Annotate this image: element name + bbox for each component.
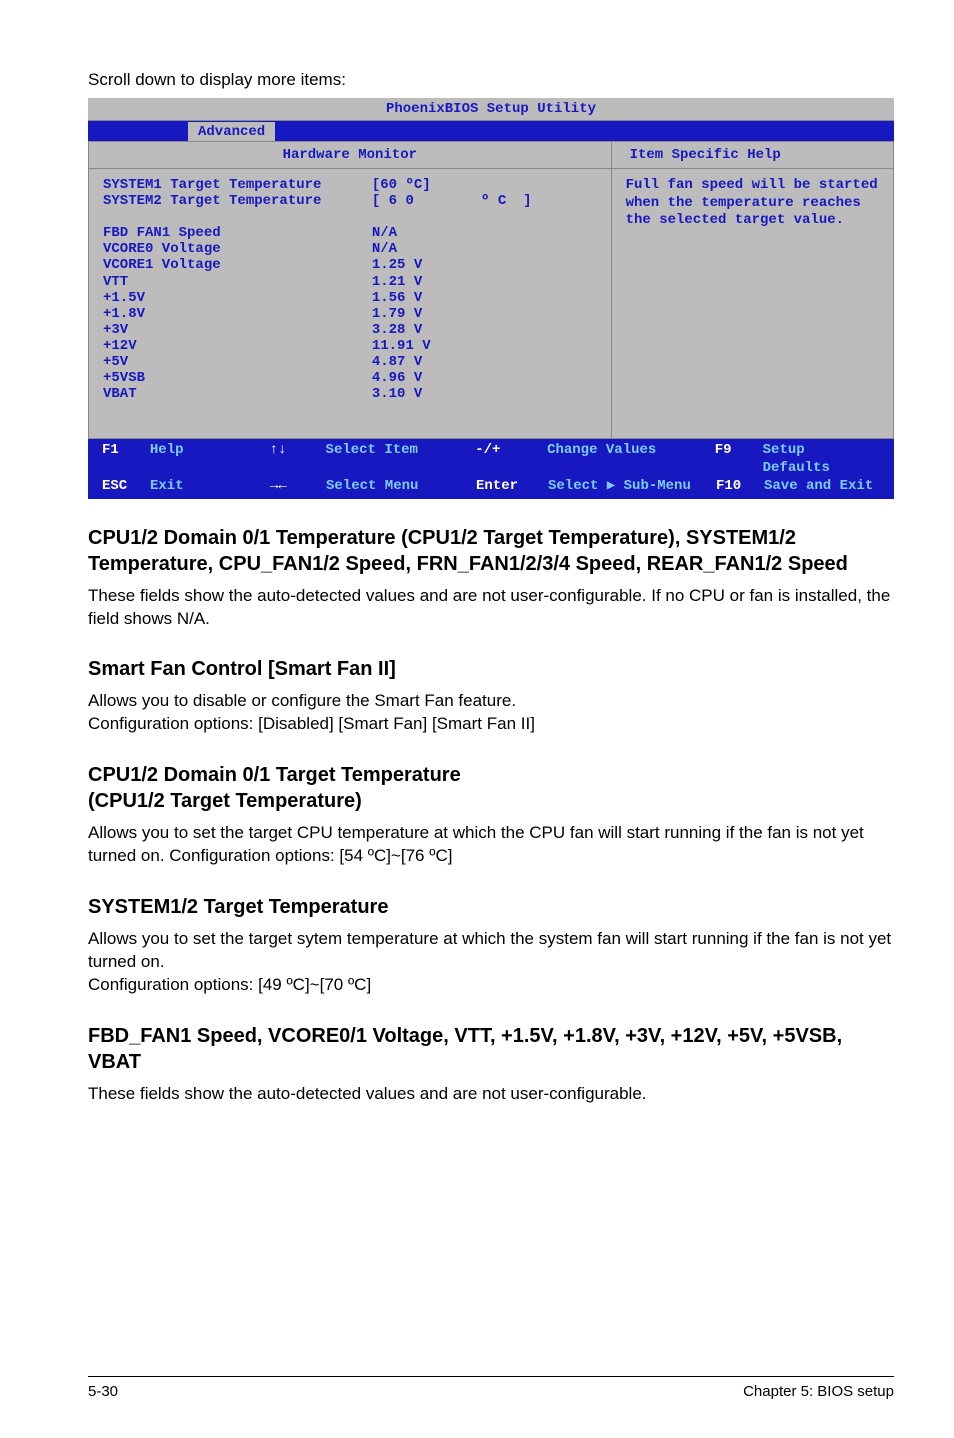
chapter-label: Chapter 5: BIOS setup [743,1383,894,1400]
bios-help-title: Item Specific Help [612,142,893,168]
key-enter: Enter [476,477,548,495]
section-4-title: SYSTEM1/2 Target Temperature [88,894,894,920]
key-f1: F1 [102,441,150,477]
bios-title: PhoenixBIOS Setup Utility [88,98,894,121]
lbl-defaults: Setup Defaults [763,441,880,477]
lbl-selmenu: Select Menu [326,477,476,495]
key-esc: ESC [102,477,150,495]
bios-panel-title: Hardware Monitor [89,142,612,168]
bios-footer: F1 Help ↑↓ Select Item -/+ Change Values… [88,439,894,499]
section-2-title: Smart Fan Control [Smart Fan II] [88,656,894,682]
lbl-selitem: Select Item [326,441,476,477]
key-leftright: →← [270,477,326,495]
page-number: 5-30 [88,1383,118,1400]
page-footer: 5-30 Chapter 5: BIOS setup [88,1376,894,1400]
section-5-body: These fields show the auto-detected valu… [88,1083,894,1106]
section-5-title: FBD_FAN1 Speed, VCORE0/1 Voltage, VTT, +… [88,1023,894,1075]
key-f9: F9 [715,441,763,477]
lbl-submenu: Select ▶ Sub-Menu [548,477,716,495]
section-1-body: These fields show the auto-detected valu… [88,585,894,631]
lbl-save: Save and Exit [764,477,873,495]
section-4-body: Allows you to set the target sytem tempe… [88,928,894,997]
section-3-body: Allows you to set the target CPU tempera… [88,822,894,868]
bios-screenshot: PhoenixBIOS Setup Utility Advanced Hardw… [88,98,894,499]
key-plusminus: -/+ [475,441,547,477]
lbl-exit: Exit [150,477,270,495]
bios-tabbar: Advanced [88,121,894,141]
section-2-body: Allows you to disable or configure the S… [88,690,894,736]
bios-data-pane: SYSTEM1 Target Temperature [60 ºC] SYSTE… [89,169,612,438]
bios-help-body: Full fan speed will be started when the … [612,169,893,438]
lbl-help: Help [150,441,270,477]
section-3-title: CPU1/2 Domain 0/1 Target Temperature (CP… [88,762,894,814]
intro-text: Scroll down to display more items: [88,70,894,90]
key-f10: F10 [716,477,764,495]
lbl-change: Change Values [547,441,715,477]
tab-advanced: Advanced [188,122,275,141]
section-1-title: CPU1/2 Domain 0/1 Temperature (CPU1/2 Ta… [88,525,894,577]
key-updown: ↑↓ [270,441,326,477]
